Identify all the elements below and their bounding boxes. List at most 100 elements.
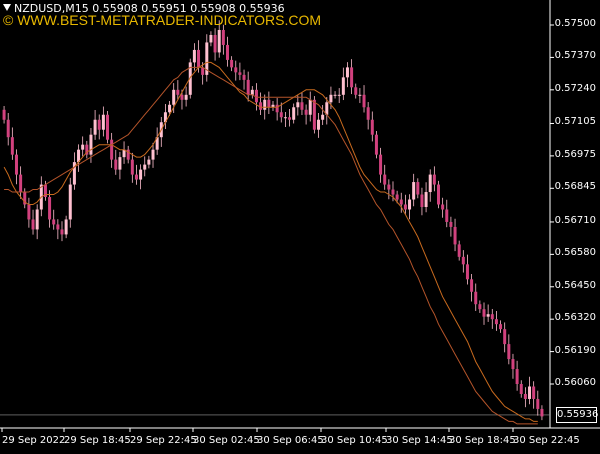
price-label: 0.56060 — [554, 377, 596, 388]
candle — [246, 71, 250, 102]
candle — [416, 178, 420, 199]
candle — [143, 156, 147, 177]
price-label: 0.56320 — [554, 312, 596, 324]
candle — [374, 130, 378, 159]
candle — [507, 334, 511, 365]
candle-body — [151, 149, 155, 160]
candle — [225, 36, 229, 67]
candle-body — [230, 59, 234, 68]
price-label: 0.56975 — [554, 148, 596, 160]
time-label: 30 Sep 06:45 — [257, 435, 324, 446]
candle — [296, 95, 300, 116]
candle-body — [304, 109, 308, 115]
candle-body — [428, 174, 432, 193]
candle — [155, 127, 159, 155]
candle — [14, 149, 18, 185]
candle-body — [453, 226, 457, 245]
candle — [337, 88, 341, 104]
candle-body — [259, 102, 263, 110]
candle — [436, 180, 440, 209]
candle-body — [172, 89, 176, 105]
candle-body — [358, 94, 362, 96]
candle-body — [292, 107, 296, 120]
candle — [93, 110, 97, 140]
candle — [48, 190, 52, 228]
candle — [511, 353, 515, 379]
price-label: 0.57370 — [554, 50, 596, 62]
candle-body — [114, 159, 118, 170]
candle — [205, 34, 209, 82]
candle-body — [379, 154, 383, 175]
candle — [420, 187, 424, 216]
candle-body — [134, 174, 138, 180]
candle-body — [97, 119, 101, 130]
candle — [470, 274, 474, 302]
candle — [358, 88, 362, 104]
candle — [308, 91, 312, 122]
candle — [267, 91, 271, 115]
price-label: 0.57500 — [554, 18, 596, 29]
candle-body — [184, 94, 188, 100]
candle — [465, 254, 469, 285]
candle-body — [27, 204, 31, 220]
candle — [499, 320, 503, 333]
candle-body — [424, 192, 428, 207]
candle-body — [507, 344, 511, 360]
candle — [482, 302, 486, 325]
candle — [449, 216, 453, 237]
time-label: 29 Sep 22:45 — [130, 435, 197, 446]
time-label: 29 Sep 18:45 — [64, 435, 131, 446]
candle-body — [474, 291, 478, 305]
time-label: 30 Sep 02:45 — [193, 435, 260, 446]
candle — [130, 152, 134, 183]
candle-body — [139, 169, 143, 180]
price-chart[interactable] — [0, 0, 600, 450]
candle-body — [470, 279, 474, 292]
candle-body — [511, 359, 515, 370]
candle-body — [345, 67, 349, 78]
candle-body — [532, 386, 536, 399]
candle-body — [48, 197, 52, 220]
candle — [259, 92, 263, 115]
candle — [412, 173, 416, 207]
candle — [515, 360, 519, 391]
candle-body — [403, 204, 407, 210]
candle-body — [420, 194, 424, 207]
candle — [536, 390, 540, 416]
candle — [77, 144, 81, 172]
candle-body — [441, 204, 445, 210]
candle-body — [93, 119, 97, 135]
candle — [362, 85, 366, 113]
candle-body — [503, 329, 507, 345]
candle — [432, 166, 436, 192]
candle-body — [362, 94, 366, 108]
chart-area[interactable] — [0, 0, 600, 450]
candle-body — [321, 114, 325, 120]
candle — [428, 169, 432, 202]
candle — [283, 112, 287, 127]
candle-body — [288, 117, 292, 120]
candle — [27, 197, 31, 228]
candle — [457, 240, 461, 261]
candle — [134, 164, 138, 185]
candle-body — [341, 77, 345, 95]
candle — [383, 164, 387, 190]
candle — [81, 136, 85, 157]
candle — [341, 67, 345, 101]
candle — [72, 152, 76, 190]
price-label: 0.56190 — [554, 344, 596, 356]
candle — [221, 24, 225, 55]
candle — [486, 304, 490, 322]
price-label: 0.56580 — [554, 247, 596, 259]
candle-body — [242, 74, 246, 80]
dropdown-triangle-icon[interactable] — [3, 4, 11, 11]
candle-body — [416, 182, 420, 195]
candle — [52, 209, 56, 230]
candle — [461, 250, 465, 273]
candle — [366, 102, 370, 130]
candle-body — [337, 94, 341, 96]
candle — [6, 113, 10, 146]
candle-body — [68, 184, 72, 220]
candle — [213, 28, 217, 61]
candle-body — [329, 94, 333, 103]
